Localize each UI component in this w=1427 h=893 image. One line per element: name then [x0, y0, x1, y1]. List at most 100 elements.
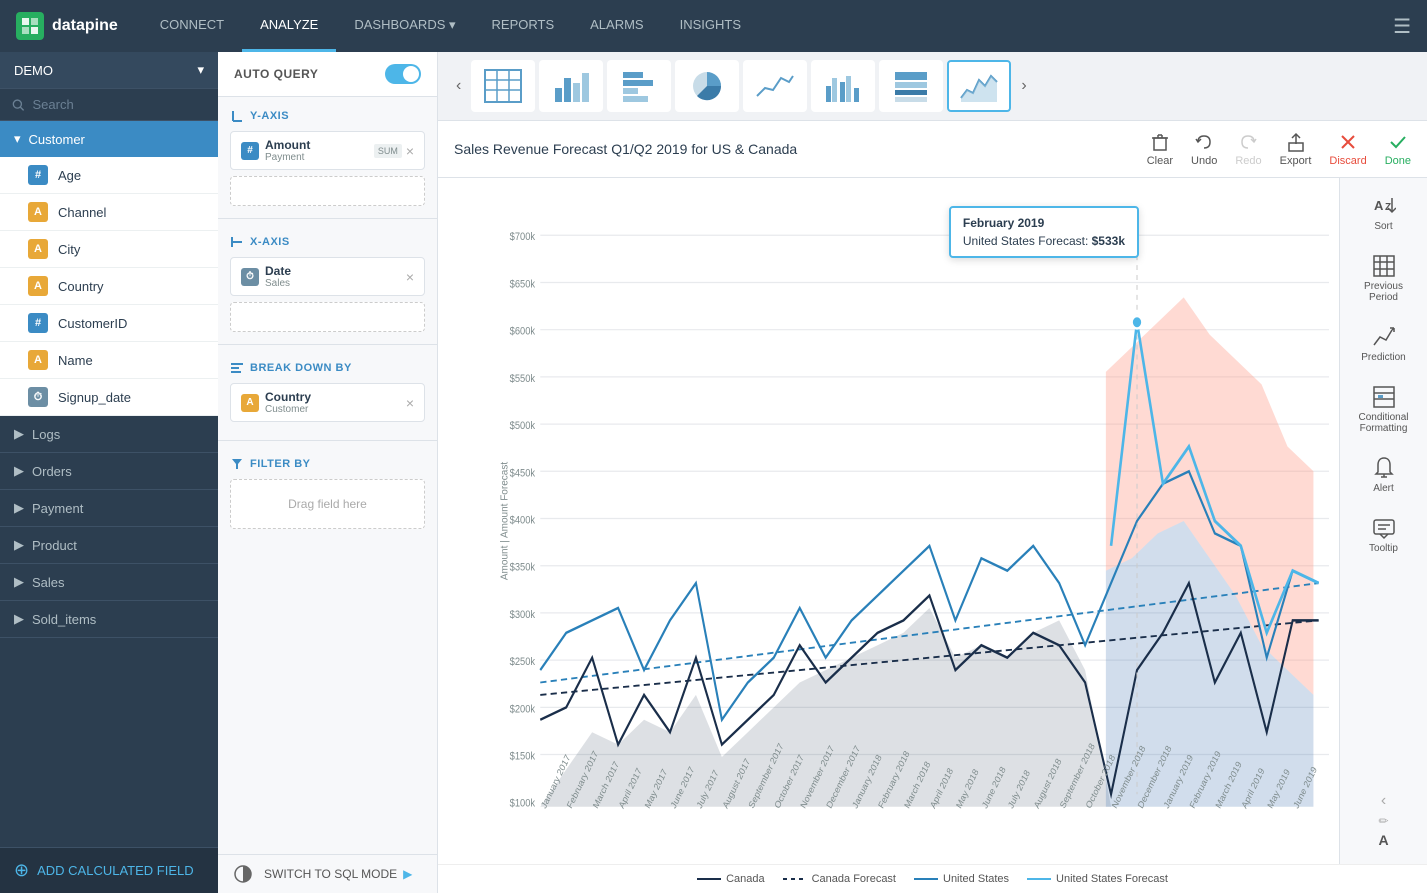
search-input[interactable] — [33, 97, 206, 112]
field-label-age: Age — [58, 168, 81, 183]
sidebar-group-customer: ▾ Customer # Age A Channel A City A Co — [0, 121, 218, 416]
prediction-button[interactable]: Prediction — [1346, 317, 1422, 371]
demo-select[interactable]: DEMO ▾ — [0, 52, 218, 89]
chevron-right-icon: ▶ — [14, 537, 24, 553]
undo-button[interactable]: Undo — [1191, 131, 1217, 167]
sidebar: DEMO ▾ ▾ Customer # Age A Channel — [0, 52, 218, 893]
sidebar-item-country[interactable]: A Country — [0, 268, 218, 305]
scroll-down-button[interactable]: ‹ — [1378, 792, 1388, 810]
svg-text:$400k: $400k — [510, 515, 536, 527]
sidebar-item-city[interactable]: A City — [0, 231, 218, 268]
contrast-icon — [234, 865, 252, 883]
sidebar-items: ▾ Customer # Age A Channel A City A Co — [0, 121, 218, 847]
prediction-icon — [1372, 325, 1396, 349]
x-axis-field-close-button[interactable]: × — [406, 269, 414, 285]
arrow-right-icon: ▶ — [403, 867, 412, 881]
hash-icon: # — [28, 313, 48, 333]
conditional-formatting-button[interactable]: Conditional Formatting — [1346, 377, 1422, 442]
chart-type-pie[interactable] — [675, 60, 739, 112]
group-label-logs: Logs — [32, 427, 60, 442]
y-axis-field-close-button[interactable]: × — [406, 143, 414, 159]
auto-query-toggle[interactable] — [385, 64, 421, 84]
y-axis-field-tag: SUM — [374, 144, 402, 158]
sidebar-group-sales[interactable]: ▶ Sales — [0, 564, 218, 601]
nav-connect[interactable]: CONNECT — [142, 0, 242, 52]
chart-type-bar[interactable] — [539, 60, 603, 112]
svg-text:$600k: $600k — [510, 326, 536, 338]
sidebar-group-payment[interactable]: ▶ Payment — [0, 490, 218, 527]
switch-sql-button[interactable]: SWITCH TO SQL MODE ▶ — [264, 867, 412, 881]
clock-icon: ⏱ — [241, 268, 259, 286]
sidebar-group-logs[interactable]: ▶ Logs — [0, 416, 218, 453]
sidebar-item-name[interactable]: A Name — [0, 342, 218, 379]
sidebar-item-customerid[interactable]: # CustomerID — [0, 305, 218, 342]
chart-type-grouped-bar[interactable] — [811, 60, 875, 112]
nav-analyze[interactable]: ANALYZE — [242, 0, 336, 52]
sidebar-item-signup-date[interactable]: ⏱ Signup_date — [0, 379, 218, 416]
filter-icon — [230, 457, 244, 471]
divider — [218, 440, 437, 441]
nav-alarms[interactable]: ALARMS — [572, 0, 661, 52]
breakdown-field-close-button[interactable]: × — [406, 395, 414, 411]
nav-reports[interactable]: REPORTS — [474, 0, 573, 52]
chart-type-table[interactable] — [471, 60, 535, 112]
discard-button[interactable]: Discard — [1329, 131, 1366, 167]
sidebar-group-orders[interactable]: ▶ Orders — [0, 453, 218, 490]
previous-period-button[interactable]: Previous Period — [1346, 246, 1422, 311]
text-icon: A — [28, 239, 48, 259]
sidebar-group-header-customer[interactable]: ▾ Customer — [0, 121, 218, 157]
chart-svg-container: Amount | Amount Forecast — [438, 178, 1339, 864]
y-axis-field-chip: # Amount Payment SUM × — [230, 131, 425, 170]
filter-section: FILTER BY Drag field here — [218, 445, 437, 537]
export-button[interactable]: Export — [1280, 131, 1312, 167]
chart-type-area[interactable] — [947, 60, 1011, 112]
x-axis-drop-zone[interactable] — [230, 302, 425, 332]
sort-button[interactable]: AZ Sort — [1346, 186, 1422, 240]
alert-button[interactable]: Alert — [1346, 448, 1422, 502]
redo-button[interactable]: Redo — [1235, 131, 1261, 167]
legend-us-forecast: United States Forecast — [1027, 873, 1168, 885]
right-panel: AZ Sort Previous Period Prediction Condi… — [1339, 178, 1427, 864]
auto-query-label: AUTO QUERY — [234, 67, 318, 81]
svg-text:A: A — [1374, 198, 1384, 213]
tooltip-settings-button[interactable]: Tooltip — [1346, 508, 1422, 562]
redo-icon — [1237, 131, 1259, 153]
svg-text:$250k: $250k — [510, 656, 536, 668]
hamburger-icon[interactable]: ☰ — [1393, 14, 1411, 39]
chart-type-next-button[interactable]: › — [1015, 73, 1032, 99]
nav-dashboards[interactable]: DASHBOARDS ▾ — [336, 0, 473, 52]
add-calculated-field-button[interactable]: ⊕ ADD CALCULATED FIELD — [0, 847, 218, 893]
group-label-orders: Orders — [32, 464, 72, 479]
nav-insights[interactable]: INSIGHTS — [662, 0, 759, 52]
group-label-sold-items: Sold_items — [32, 612, 96, 627]
tooltip-dot — [1132, 316, 1142, 328]
sidebar-item-age[interactable]: # Age — [0, 157, 218, 194]
mode-toggle[interactable] — [234, 865, 252, 883]
group-label-payment: Payment — [32, 501, 83, 516]
svg-text:$150k: $150k — [510, 751, 536, 763]
trash-icon — [1149, 131, 1171, 153]
x-axis-field-name: Date — [265, 264, 291, 278]
y-axis-drop-zone[interactable] — [230, 176, 425, 206]
chart-type-horizontal-bar[interactable] — [607, 60, 671, 112]
chart-type-stacked-bar[interactable] — [879, 60, 943, 112]
legend-canada: Canada — [697, 873, 765, 885]
group-label-customer: Customer — [29, 132, 85, 147]
filter-drop-zone[interactable]: Drag field here — [230, 479, 425, 529]
y-axis-section: Y-AXIS # Amount Payment SUM × — [218, 97, 437, 214]
chart-type-prev-button[interactable]: ‹ — [450, 73, 467, 99]
chevron-right-icon: ▶ — [14, 463, 24, 479]
chart-type-line[interactable] — [743, 60, 807, 112]
sidebar-item-channel[interactable]: A Channel — [0, 194, 218, 231]
pencil-button[interactable]: ✏ — [1378, 814, 1388, 828]
text-mode-button[interactable]: A — [1378, 832, 1388, 848]
chevron-right-icon: ▶ — [14, 426, 24, 442]
chart-title: Sales Revenue Forecast Q1/Q2 2019 for US… — [454, 141, 797, 157]
svg-text:$700k: $700k — [510, 232, 536, 244]
done-button[interactable]: Done — [1385, 131, 1411, 167]
sidebar-group-sold-items[interactable]: ▶ Sold_items — [0, 601, 218, 638]
clear-button[interactable]: Clear — [1147, 131, 1173, 167]
sidebar-group-product[interactable]: ▶ Product — [0, 527, 218, 564]
auto-query-bar: AUTO QUERY — [218, 52, 437, 97]
breakdown-icon — [230, 361, 244, 375]
